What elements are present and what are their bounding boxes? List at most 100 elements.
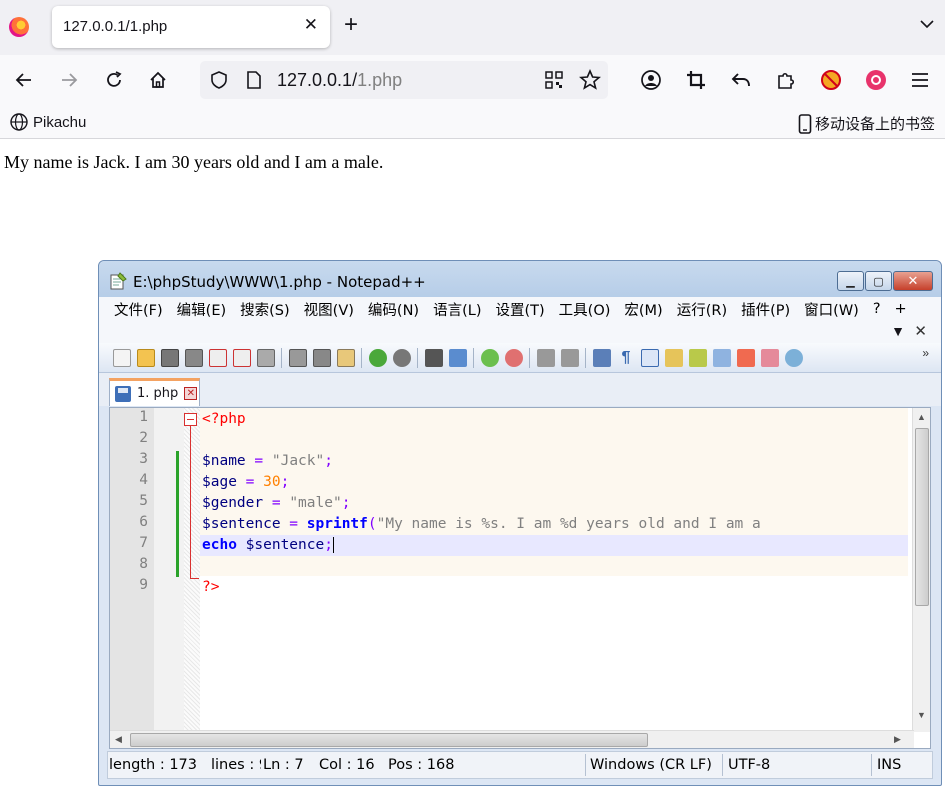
- save-icon[interactable]: [161, 349, 179, 367]
- zoom-in-icon[interactable]: [481, 349, 499, 367]
- horizontal-scrollbar[interactable]: ◀ ▶: [110, 730, 914, 748]
- extensions-puzzle-icon[interactable]: [774, 68, 798, 92]
- status-encoding[interactable]: UTF-8: [728, 757, 770, 773]
- fold-guide-line: [190, 426, 191, 578]
- scroll-up-arrow-icon[interactable]: ▲: [917, 412, 926, 422]
- eye-preview-icon[interactable]: [785, 349, 803, 367]
- vertical-scroll-thumb[interactable]: [915, 428, 929, 606]
- code-editor[interactable]: 1 2 3 4 5 6 7 8 9 <?php $name = "Jack"; …: [109, 407, 931, 749]
- status-lines: lines : 9: [211, 757, 261, 773]
- line-number: 1: [139, 409, 148, 425]
- word-wrap-icon[interactable]: [593, 349, 611, 367]
- monitoring-icon[interactable]: [737, 349, 755, 367]
- menu-view[interactable]: 视图(V): [304, 299, 354, 320]
- new-tab-icon[interactable]: +: [344, 12, 358, 38]
- print-icon[interactable]: [257, 349, 275, 367]
- copy-icon[interactable]: [313, 349, 331, 367]
- line-number: 7: [139, 535, 148, 551]
- save-all-icon[interactable]: [185, 349, 203, 367]
- menu-encoding[interactable]: 编码(N): [368, 299, 419, 320]
- open-file-icon[interactable]: [137, 349, 155, 367]
- menu-plus[interactable]: +: [895, 301, 907, 317]
- bookmark-star-icon[interactable]: [579, 69, 601, 91]
- show-all-chars-icon[interactable]: ¶: [617, 349, 635, 367]
- browser-tab-active[interactable]: 127.0.0.1/1.php ✕: [52, 6, 330, 48]
- vertical-scrollbar[interactable]: ▲ ▼: [912, 408, 930, 732]
- browser-nav-bar: 127.0.0.1/1.php: [0, 55, 945, 105]
- code-token: (: [367, 516, 377, 532]
- cut-icon[interactable]: [289, 349, 307, 367]
- menu-settings[interactable]: 设置(T): [495, 299, 544, 320]
- address-bar[interactable]: 127.0.0.1/1.php: [200, 61, 608, 99]
- qr-code-icon[interactable]: [545, 71, 563, 89]
- close-all-icon[interactable]: [233, 349, 251, 367]
- redo-icon[interactable]: [393, 349, 411, 367]
- bookmark-pikachu[interactable]: Pikachu: [10, 113, 86, 131]
- forward-arrow-icon[interactable]: [57, 68, 81, 92]
- menu-language[interactable]: 语言(L): [433, 299, 481, 320]
- code-line-4: $age = 30;: [202, 472, 289, 493]
- menu-search[interactable]: 搜索(S): [240, 299, 290, 320]
- blocked-extension-icon[interactable]: [819, 68, 843, 92]
- new-file-icon[interactable]: [113, 349, 131, 367]
- list-all-tabs-icon[interactable]: [920, 17, 934, 31]
- minimize-button[interactable]: ▁: [837, 271, 864, 291]
- undo-icon[interactable]: [369, 349, 387, 367]
- page-info-icon[interactable]: [246, 71, 262, 89]
- mobile-bookmarks-folder[interactable]: 移动设备上的书签: [798, 113, 935, 134]
- menu-window[interactable]: 窗口(W): [804, 299, 859, 320]
- zoom-out-icon[interactable]: [505, 349, 523, 367]
- replace-icon[interactable]: [449, 349, 467, 367]
- browser-tab-bar: 127.0.0.1/1.php ✕ +: [0, 0, 945, 55]
- status-eol-format[interactable]: Windows (CR LF): [590, 757, 712, 773]
- record-macro-icon[interactable]: [761, 349, 779, 367]
- close-file-icon[interactable]: [209, 349, 227, 367]
- tracking-protection-shield-icon[interactable]: [209, 70, 229, 90]
- maximize-button[interactable]: ▢: [865, 271, 892, 291]
- firefox-logo-icon[interactable]: [9, 17, 29, 37]
- menu-run[interactable]: 运行(R): [677, 299, 727, 320]
- file-tab[interactable]: 1. php ✕: [109, 378, 200, 406]
- paste-icon[interactable]: [337, 349, 355, 367]
- toolbar-overflow-icon[interactable]: »: [922, 346, 929, 360]
- menu-tools[interactable]: 工具(O): [559, 299, 611, 320]
- code-line-6: $sentence = sprintf("My name is %s. I am…: [202, 514, 761, 535]
- indent-guide-icon[interactable]: [641, 349, 659, 367]
- account-icon[interactable]: [639, 68, 663, 92]
- scroll-right-arrow-icon[interactable]: ▶: [894, 734, 901, 745]
- menu-edit[interactable]: 编辑(E): [177, 299, 226, 320]
- notepadpp-title-bar[interactable]: E:\phpStudy\WWW\1.php - Notepad++ ▁ ▢ ✕: [99, 261, 941, 297]
- back-arrow-icon[interactable]: [12, 68, 36, 92]
- find-icon[interactable]: [425, 349, 443, 367]
- sync-vertical-icon[interactable]: [537, 349, 555, 367]
- folder-workspace-icon[interactable]: [713, 349, 731, 367]
- menu-help[interactable]: ?: [873, 301, 881, 317]
- line-number: 4: [139, 472, 148, 488]
- reload-icon[interactable]: [102, 68, 126, 92]
- screenshot-crop-icon[interactable]: [684, 68, 708, 92]
- tab-close-icon[interactable]: ✕: [304, 15, 318, 35]
- status-insert-mode[interactable]: INS: [877, 757, 901, 773]
- menu-plugins[interactable]: 插件(P): [741, 299, 790, 320]
- doc-list-dropdown-icon[interactable]: ▼: [891, 323, 905, 339]
- close-doc-icon[interactable]: ✕: [914, 322, 927, 340]
- horizontal-scroll-thumb[interactable]: [130, 733, 648, 747]
- function-list-icon[interactable]: [689, 349, 707, 367]
- sync-horizontal-icon[interactable]: [561, 349, 579, 367]
- scroll-down-arrow-icon[interactable]: ▼: [917, 710, 926, 720]
- doc-map-icon[interactable]: [665, 349, 683, 367]
- status-bar: length : 173 lines : 9 Ln : 7 Col : 16 P…: [107, 751, 933, 779]
- undo-arrow-icon[interactable]: [729, 68, 753, 92]
- scroll-left-arrow-icon[interactable]: ◀: [115, 734, 122, 745]
- url-text[interactable]: 127.0.0.1/1.php: [277, 70, 402, 91]
- home-icon[interactable]: [146, 68, 170, 92]
- menu-file[interactable]: 文件(F): [114, 299, 163, 320]
- close-window-button[interactable]: ✕: [893, 271, 933, 291]
- fold-toggle-icon[interactable]: [184, 413, 197, 426]
- pink-extension-icon[interactable]: [864, 68, 888, 92]
- window-title: E:\phpStudy\WWW\1.php - Notepad++: [133, 273, 426, 291]
- bookmark-margin[interactable]: [154, 408, 184, 748]
- menu-macro[interactable]: 宏(M): [624, 299, 662, 320]
- hamburger-menu-icon[interactable]: [908, 68, 932, 92]
- file-tab-close-icon[interactable]: ✕: [184, 387, 198, 400]
